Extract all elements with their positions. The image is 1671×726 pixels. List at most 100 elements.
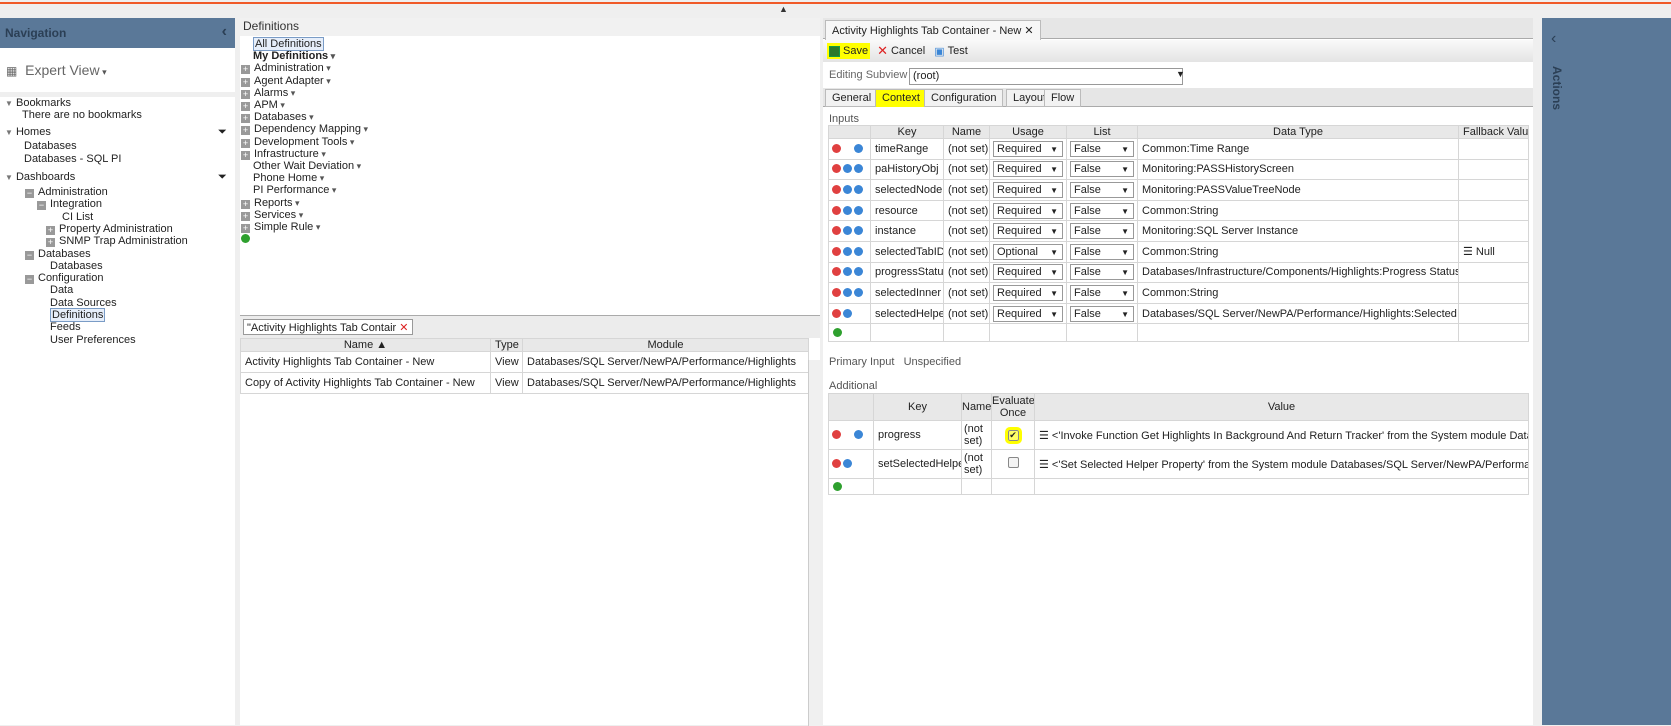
move-down-icon[interactable] xyxy=(854,226,863,236)
move-up-icon[interactable] xyxy=(843,459,852,468)
remove-icon[interactable] xyxy=(832,226,841,236)
move-up-icon[interactable] xyxy=(843,308,852,318)
fallback-cell[interactable] xyxy=(1458,302,1529,325)
tab-general[interactable]: General xyxy=(825,89,879,107)
input-key[interactable]: selectedTabID xyxy=(870,240,944,263)
subview-select[interactable]: (root) xyxy=(909,68,1183,85)
definition-item[interactable]: PI Performance xyxy=(253,184,336,196)
input-name[interactable]: (not set) xyxy=(943,199,990,222)
dashboard-item[interactable]: Feeds xyxy=(50,321,81,333)
usage-select[interactable]: Required xyxy=(993,264,1063,281)
definition-item[interactable]: + Administration xyxy=(241,62,331,75)
add-icon[interactable] xyxy=(833,327,842,337)
expand-icon[interactable]: + xyxy=(241,211,250,221)
move-down-icon[interactable] xyxy=(854,430,863,439)
definition-item[interactable]: My Definitions xyxy=(253,50,335,62)
dashboards-filter-icon[interactable]: ⏷ xyxy=(218,171,227,183)
additional-key[interactable]: progress xyxy=(873,420,962,450)
dashboard-item[interactable]: − Administration xyxy=(25,186,108,198)
fallback-cell[interactable] xyxy=(1458,199,1529,222)
usage-select[interactable]: Required xyxy=(993,161,1063,178)
expand-icon[interactable]: + xyxy=(241,199,250,209)
input-name[interactable]: (not set) xyxy=(943,138,990,160)
input-data-type[interactable]: Monitoring:SQL Server Instance xyxy=(1137,220,1459,242)
collapse-left-icon[interactable]: ‹ xyxy=(222,23,227,41)
input-key[interactable]: instance xyxy=(870,220,944,242)
fallback-cell[interactable] xyxy=(1458,282,1529,304)
remove-icon[interactable] xyxy=(832,287,841,297)
tab-context[interactable]: Context xyxy=(875,89,927,107)
expand-icon[interactable]: + xyxy=(241,224,250,233)
definition-item[interactable]: + Development Tools xyxy=(241,136,354,148)
scrollbar[interactable] xyxy=(808,360,820,726)
list-select[interactable]: False xyxy=(1070,284,1134,301)
move-down-icon[interactable] xyxy=(854,267,863,277)
collapse-up-icon[interactable]: ▲ xyxy=(779,4,788,14)
input-data-type[interactable]: Databases/Infrastructure/Components/High… xyxy=(1137,261,1459,284)
list-select[interactable]: False xyxy=(1070,305,1134,322)
remove-icon[interactable] xyxy=(832,205,841,215)
additional-key[interactable]: setSelectedHelper xyxy=(873,449,962,479)
usage-select[interactable]: Required xyxy=(993,202,1063,219)
homes-section[interactable]: ▼ Homes xyxy=(5,126,51,139)
dashboard-item[interactable]: User Preferences xyxy=(50,334,136,346)
result-row[interactable]: Copy of Activity Highlights Tab Containe… xyxy=(240,372,809,394)
fallback-cell[interactable] xyxy=(1458,138,1529,160)
input-name[interactable]: (not set) xyxy=(943,240,990,263)
input-key[interactable]: selectedNode xyxy=(870,179,944,201)
input-key[interactable]: progressStatus xyxy=(870,261,944,284)
remove-filter-icon[interactable]: ✕ xyxy=(399,322,408,334)
column-header[interactable]: Name ▲ xyxy=(240,338,491,352)
dashboard-item[interactable]: − Databases xyxy=(25,248,91,260)
add-icon[interactable] xyxy=(833,481,842,491)
definition-item[interactable]: + Services xyxy=(241,209,303,221)
fallback-cell[interactable]: ☰ Null xyxy=(1458,240,1529,263)
definition-item[interactable]: Phone Home xyxy=(253,172,324,184)
expand-icon[interactable]: + xyxy=(241,65,250,75)
definition-item[interactable]: All Definitions xyxy=(253,37,324,51)
fallback-cell[interactable] xyxy=(1458,261,1529,284)
value-cell[interactable]: ☰ <'Set Selected Helper Property' from t… xyxy=(1034,449,1529,479)
expand-left-icon[interactable]: ‹ xyxy=(1551,30,1556,48)
value-cell[interactable]: ☰ <'Invoke Function Get Highlights In Ba… xyxy=(1034,420,1529,450)
definition-item[interactable]: + Agent Adapter xyxy=(241,75,331,87)
definition-item[interactable]: + Databases xyxy=(241,111,314,124)
usage-select[interactable]: Optional xyxy=(993,243,1063,260)
input-key[interactable]: timeRange xyxy=(870,138,944,160)
chevron-down-icon[interactable]: ▼ xyxy=(1176,69,1185,79)
definition-item[interactable]: + Reports xyxy=(241,197,300,209)
list-select[interactable]: False xyxy=(1070,181,1134,198)
dashboard-item[interactable]: Data xyxy=(50,284,73,296)
view-selector[interactable]: ▦ Expert View xyxy=(0,48,235,92)
column-header[interactable]: Type xyxy=(490,338,523,352)
list-icon[interactable]: ☰ xyxy=(1463,246,1476,258)
definition-item[interactable]: + Dependency Mapping xyxy=(241,123,368,136)
input-key[interactable]: selectedInner xyxy=(870,282,944,304)
input-data-type[interactable]: Monitoring:PASSValueTreeNode xyxy=(1137,179,1459,201)
remove-icon[interactable] xyxy=(832,246,841,256)
close-icon[interactable]: ✕ xyxy=(1024,25,1033,37)
usage-select[interactable]: Required xyxy=(993,284,1063,301)
input-data-type[interactable]: Common:String xyxy=(1137,240,1459,263)
list-select[interactable]: False xyxy=(1070,264,1134,281)
save-button[interactable]: Save xyxy=(827,43,871,59)
evaluate-once-checkbox[interactable] xyxy=(1007,457,1019,468)
move-up-icon[interactable] xyxy=(843,226,852,236)
input-name[interactable]: (not set) xyxy=(943,302,990,325)
list-select[interactable]: False xyxy=(1070,243,1134,260)
cancel-button[interactable]: ✕ Cancel xyxy=(875,43,927,59)
expand-icon[interactable]: + xyxy=(241,77,250,87)
input-key[interactable]: paHistoryObj xyxy=(870,158,944,181)
result-row[interactable]: Activity Highlights Tab Container - New V… xyxy=(240,351,809,373)
usage-select[interactable]: Required xyxy=(993,223,1063,240)
expand-icon[interactable]: + xyxy=(241,114,250,124)
remove-icon[interactable] xyxy=(832,164,841,174)
add-definition-icon[interactable] xyxy=(241,233,252,245)
move-up-icon[interactable] xyxy=(843,205,852,215)
input-data-type[interactable]: Common:String xyxy=(1137,199,1459,222)
move-down-icon[interactable] xyxy=(854,205,863,215)
list-select[interactable]: False xyxy=(1070,140,1134,157)
move-down-icon[interactable] xyxy=(854,287,863,297)
move-down-icon[interactable] xyxy=(854,184,863,194)
move-up-icon[interactable] xyxy=(843,267,852,277)
